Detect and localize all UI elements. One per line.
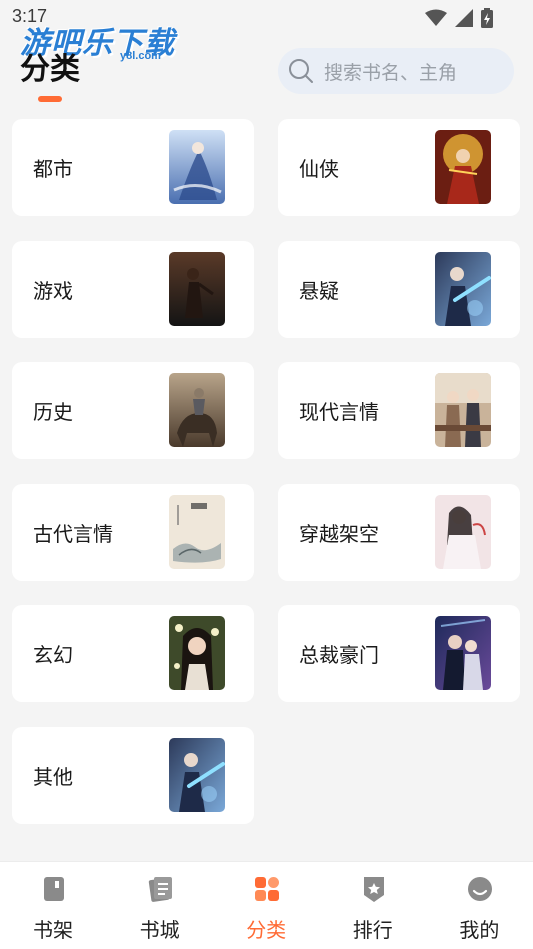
- category-grid-icon: [254, 875, 280, 903]
- nav-item-ranking-badge[interactable]: 排行: [320, 862, 426, 949]
- category-label: 都市: [33, 157, 73, 181]
- category-cover-image: [169, 616, 225, 690]
- bookshelf-icon: [41, 875, 67, 903]
- category-label: 穿越架空: [299, 521, 379, 546]
- title-underline-indicator: [38, 96, 62, 102]
- watermark-subtext: y8l.com: [120, 50, 161, 62]
- category-label: 历史: [33, 400, 73, 424]
- nav-item-bookstore[interactable]: 书城: [107, 862, 213, 949]
- category-cover-image: [435, 494, 491, 569]
- category-card[interactable]: 游戏: [12, 240, 254, 338]
- category-label: 其他: [33, 764, 73, 789]
- category-cover-image: [169, 737, 225, 812]
- nav-label: 分类: [246, 918, 287, 942]
- category-card[interactable]: 现代言情: [278, 362, 520, 459]
- nav-item-profile[interactable]: 我的: [426, 862, 532, 949]
- category-label: 游戏: [33, 278, 73, 303]
- bookstore-icon: [148, 875, 174, 903]
- category-cover-image: [169, 130, 225, 204]
- nav-label: 我的: [459, 918, 500, 942]
- category-cover-image: [435, 251, 491, 326]
- wifi-icon: [425, 9, 447, 26]
- nav-label: 书架: [33, 918, 73, 942]
- category-card[interactable]: 穿越架空: [278, 483, 520, 581]
- signal-icon: [455, 9, 473, 27]
- category-cover-image: [169, 251, 225, 326]
- category-label: 古代言情: [33, 521, 113, 546]
- battery-icon: [481, 8, 493, 28]
- nav-item-bookshelf[interactable]: 书架: [0, 862, 106, 949]
- category-card[interactable]: 仙侠: [278, 119, 520, 216]
- category-label: 玄幻: [33, 643, 73, 667]
- nav-item-category-grid[interactable]: 分类: [213, 862, 319, 949]
- profile-icon: [467, 875, 493, 903]
- category-card[interactable]: 玄幻: [12, 605, 254, 702]
- category-cover-image: [435, 616, 491, 690]
- search-input[interactable]: 搜索书名、主角: [278, 48, 514, 94]
- category-card[interactable]: 总裁豪门: [278, 605, 520, 702]
- category-card[interactable]: 都市: [12, 119, 254, 216]
- search-placeholder: 搜索书名、主角: [324, 61, 458, 84]
- category-cover-image: [435, 130, 491, 204]
- category-label: 仙侠: [299, 157, 339, 181]
- category-card[interactable]: 悬疑: [278, 240, 520, 338]
- nav-label: 书城: [139, 918, 180, 942]
- category-label: 总裁豪门: [299, 643, 379, 667]
- search-icon: [289, 59, 313, 83]
- category-card[interactable]: 历史: [12, 362, 254, 459]
- status-icons: [425, 8, 493, 28]
- category-label: 现代言情: [299, 400, 379, 424]
- category-label: 悬疑: [299, 278, 339, 303]
- category-cover-image: [169, 494, 225, 569]
- category-card[interactable]: 古代言情: [12, 483, 254, 581]
- category-card[interactable]: 其他: [12, 726, 254, 824]
- ranking-badge-icon: [361, 875, 387, 903]
- nav-label: 排行: [352, 918, 393, 942]
- bottom-nav: 书架 书城 分类 排行 我的: [0, 861, 533, 949]
- page-title: 分类: [20, 52, 80, 87]
- category-cover-image: [435, 373, 491, 447]
- category-cover-image: [169, 373, 225, 447]
